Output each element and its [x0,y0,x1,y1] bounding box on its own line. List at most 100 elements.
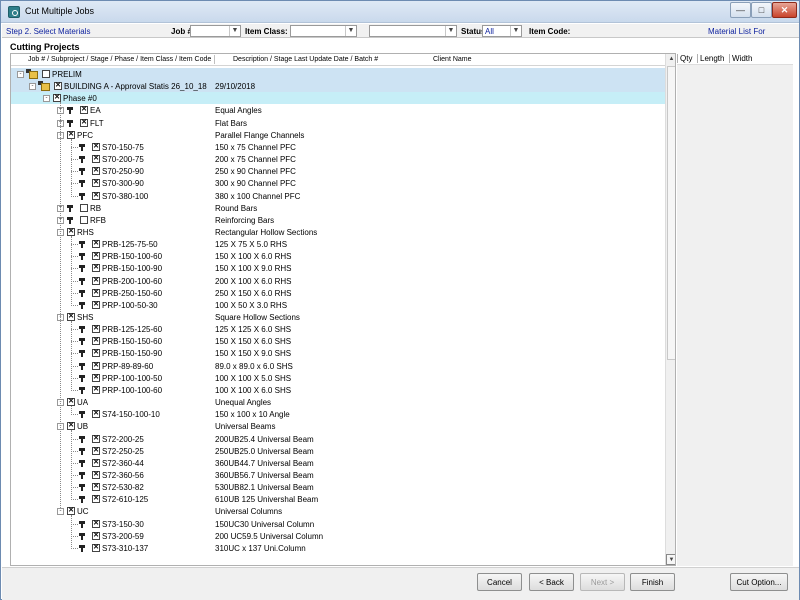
scroll-up-icon[interactable]: ▲ [666,54,675,65]
cancel-button[interactable]: Cancel [477,573,522,591]
collapse-icon[interactable]: - [43,95,50,103]
tree-row[interactable]: ✕ PRP-89-89-60 89.0 x 89.0 x 6.0 SHS [11,360,665,372]
tree-row[interactable]: + ✕ FLT Flat Bars [11,117,665,129]
select-checkbox[interactable]: ✕ [67,313,75,321]
maximize-button[interactable]: □ [751,2,772,18]
select-checkbox[interactable] [80,203,88,212]
next-button[interactable]: Next > [580,573,625,591]
tree-row[interactable]: - ✕ BUILDING A - Approval Statis 26_10_18 2… [11,80,665,93]
select-checkbox[interactable]: ✕ [80,106,88,115]
tree-row[interactable]: ✕ S72-360-44 360UB44.7 Universal Beam [11,457,665,469]
tree-row[interactable]: - ✕ SHS Square Hollow Sections [11,311,665,323]
select-checkbox[interactable]: ✕ [92,276,100,285]
tree-row[interactable]: ✕ S70-300-90 300 x 90 Channel PFC [11,177,665,189]
chevron-down-icon[interactable]: ▼ [445,26,456,36]
scroll-down-icon[interactable]: ▼ [666,554,675,565]
tree-row[interactable]: ✕ PRB-125-75-50 125 X 75 X 5.0 RHS [11,238,665,250]
back-button[interactable]: < Back [529,573,574,591]
tree-row[interactable]: ✕ S72-250-25 250UB25.0 Universal Beam [11,445,665,457]
collapse-icon[interactable]: - [57,508,64,516]
tree-row[interactable]: ✕ S70-250-90 250 x 90 Channel PFC [11,165,665,177]
tree-row[interactable]: + RFB Reinforcing Bars [11,214,665,226]
select-checkbox[interactable] [80,215,88,224]
select-checkbox[interactable]: ✕ [92,142,100,151]
chevron-down-icon[interactable]: ▼ [510,26,521,36]
select-checkbox[interactable]: ✕ [92,179,100,188]
project-tree[interactable]: Job # / Subproject / Stage / Phase / Ite… [10,53,676,566]
select-checkbox[interactable]: ✕ [92,264,100,273]
item-class-combo[interactable]: ▼ [290,25,357,37]
select-checkbox[interactable]: ✕ [92,519,100,528]
select-checkbox[interactable]: ✕ [92,446,100,455]
tree-row[interactable]: + ✕ EA Equal Angles [11,104,665,116]
tree-row[interactable]: ✕ S73-150-30 150UC30 Universal Column [11,518,665,530]
select-checkbox[interactable]: ✕ [67,130,75,139]
chevron-down-icon[interactable]: ▼ [345,26,356,36]
tree-scrollbar[interactable]: ▲ ▼ [665,54,675,565]
tree-row[interactable]: ✕ PRP-100-100-60 100 X 100 X 6.0 SHS [11,384,665,396]
tree-row[interactable]: ✕ S70-150-75 150 x 75 Channel PFC [11,141,665,153]
tree-row[interactable]: - ✕ Phase #0 [11,92,665,105]
tree-row[interactable]: ✕ PRB-150-150-90 150 X 150 X 9.0 SHS [11,347,665,359]
select-checkbox[interactable]: ✕ [92,288,100,297]
minimize-button[interactable]: — [730,2,751,18]
tree-row[interactable]: - PRELIM [11,68,665,80]
select-checkbox[interactable]: ✕ [92,337,100,346]
select-checkbox[interactable]: ✕ [67,422,75,431]
tree-row[interactable]: ✕ S70-380-100 380 x 100 Channel PFC [11,190,665,202]
select-checkbox[interactable]: ✕ [92,531,100,540]
tree-row[interactable]: ✕ S70-200-75 200 x 75 Channel PFC [11,153,665,165]
select-checkbox[interactable]: ✕ [92,410,100,419]
select-checkbox[interactable]: ✕ [80,118,88,127]
tree-row[interactable]: ✕ S73-200-59 200 UC59.5 Universal Column [11,530,665,542]
select-checkbox[interactable]: ✕ [92,373,100,382]
select-checkbox[interactable]: ✕ [92,458,100,467]
select-checkbox[interactable]: ✕ [67,398,75,407]
collapse-icon[interactable]: - [29,83,36,91]
tree-row[interactable]: ✕ PRB-150-100-60 150 X 100 X 6.0 RHS [11,250,665,262]
tree-row[interactable]: ✕ S72-200-25 200UB25.4 Universal Beam [11,433,665,445]
tree-row[interactable]: ✕ PRB-250-150-60 250 X 150 X 6.0 RHS [11,287,665,299]
tree-row[interactable]: ✕ PRB-125-125-60 125 X 125 X 6.0 SHS [11,323,665,335]
finish-button[interactable]: Finish [630,573,675,591]
select-checkbox[interactable]: ✕ [92,240,100,249]
select-checkbox[interactable]: ✕ [53,94,61,103]
tree-row[interactable]: ✕ S72-530-82 530UB82.1 Universal Beam [11,481,665,493]
select-checkbox[interactable]: ✕ [67,507,75,516]
select-checkbox[interactable]: ✕ [92,495,100,504]
tree-row[interactable]: - ✕ UC Universal Columns [11,505,665,517]
tree-row[interactable]: ✕ S72-610-125 610UB 125 Univershal Beam [11,493,665,505]
select-checkbox[interactable]: ✕ [92,167,100,176]
select-checkbox[interactable]: ✕ [67,227,75,236]
select-checkbox[interactable]: ✕ [92,361,100,370]
tree-row[interactable]: - ✕ RHS Rectangular Hollow Sections [11,226,665,238]
tree-row[interactable]: ✕ PRP-100-50-30 100 X 50 X 3.0 RHS [11,299,665,311]
tree-row[interactable]: ✕ PRP-100-100-50 100 X 100 X 5.0 SHS [11,372,665,384]
select-checkbox[interactable]: ✕ [92,434,100,443]
tree-row[interactable]: ✕ PRB-150-150-60 150 X 150 X 6.0 SHS [11,335,665,347]
tree-row[interactable]: ✕ PRB-150-100-90 150 X 100 X 9.0 RHS [11,262,665,274]
select-checkbox[interactable]: ✕ [92,349,100,358]
tree-row[interactable]: - ✕ UB Universal Beams [11,420,665,432]
select-checkbox[interactable]: ✕ [92,470,100,479]
close-button[interactable]: ✕ [772,2,797,18]
collapse-icon[interactable]: - [17,71,24,78]
select-checkbox[interactable]: ✕ [92,191,100,200]
tree-row[interactable]: ✕ S73-310-137 310UC x 137 Uni.Column [11,542,665,554]
select-checkbox[interactable]: ✕ [54,82,62,91]
select-checkbox[interactable]: ✕ [92,483,100,492]
status-combo[interactable]: All ▼ [482,25,522,37]
extra-combo[interactable]: ▼ [369,25,457,37]
tree-row[interactable]: ✕ S72-360-56 360UB56.7 Universal Beam [11,469,665,481]
tree-row[interactable]: ✕ PRB-200-100-60 200 X 100 X 6.0 RHS [11,275,665,287]
scroll-thumb[interactable] [667,66,675,360]
select-checkbox[interactable]: ✕ [92,300,100,309]
select-checkbox[interactable]: ✕ [92,155,100,164]
tree-row[interactable]: + RB Round Bars [11,202,665,214]
select-checkbox[interactable]: ✕ [92,385,100,394]
tree-row[interactable]: - ✕ UA Unequal Angles [11,396,665,408]
chevron-down-icon[interactable]: ▼ [229,26,240,36]
select-checkbox[interactable]: ✕ [92,252,100,261]
select-checkbox[interactable]: ✕ [92,543,100,552]
cut-option-button[interactable]: Cut Option... [730,573,788,591]
